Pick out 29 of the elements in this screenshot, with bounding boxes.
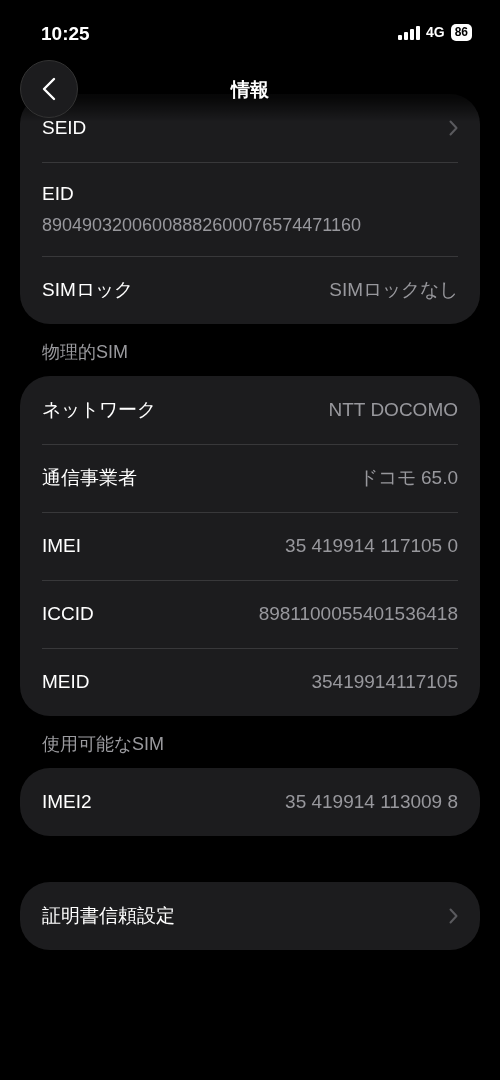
row-value: 89049032006008882600076574471160 (42, 214, 361, 238)
row-label: IMEI2 (42, 789, 92, 814)
row-value: ドコモ 65.0 (358, 466, 458, 491)
battery-level: 86 (450, 24, 472, 41)
network-type: 4G (425, 23, 445, 42)
row-value: SIMロックなし (329, 278, 458, 303)
signal-icon (397, 25, 420, 40)
settings-row[interactable]: 証明書信頼設定 (42, 882, 458, 950)
row-value: 35 419914 113009 8 (285, 789, 458, 814)
row-value: 35 419914 117105 0 (285, 534, 458, 559)
chevron-icon (449, 120, 458, 136)
section-heading: 使用可能なSIM (42, 733, 164, 756)
row-label: 証明書信頼設定 (42, 903, 175, 928)
row-value: 8981100055401536418 (258, 602, 458, 627)
row-label: ICCID (42, 602, 94, 627)
status-time: 10:25 (41, 22, 90, 46)
chevron-icon (449, 908, 458, 924)
row-label: ネットワーク (42, 397, 156, 422)
back-icon (42, 77, 56, 101)
row-label: MEID (42, 670, 90, 695)
row-value: NTT DOCOMO (328, 397, 458, 422)
row-label: SEID (42, 115, 87, 140)
row-label: EID (42, 181, 74, 206)
page-title: 情報 (229, 78, 270, 102)
row-value: 35419914117105 (311, 670, 458, 695)
row-label: 通信事業者 (42, 466, 137, 491)
section-heading: 物理的SIM (42, 341, 128, 364)
row-label: SIMロック (42, 278, 133, 303)
row-label: IMEI (42, 534, 82, 559)
